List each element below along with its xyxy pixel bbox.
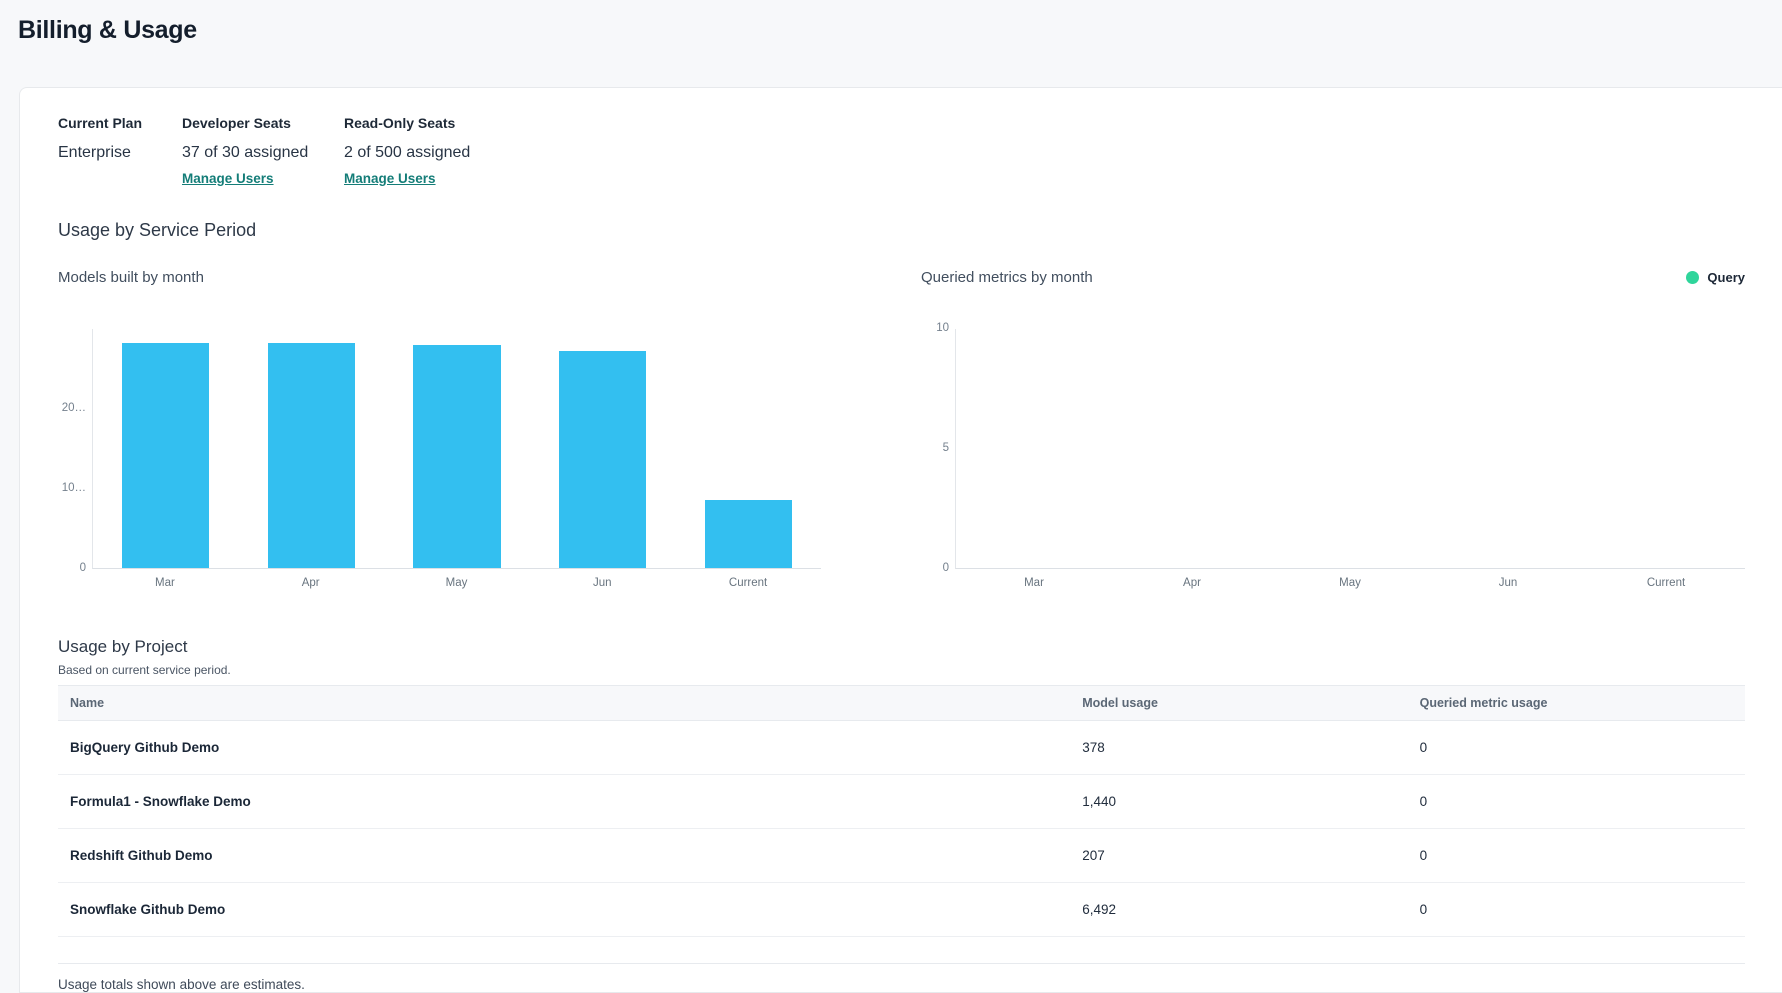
model-usage-cell: 378 bbox=[1070, 721, 1407, 775]
x-axis-label-mar: Mar bbox=[955, 577, 1113, 589]
plan-summary: Current Plan Enterprise Developer Seats … bbox=[58, 115, 1745, 188]
legend-dot-icon bbox=[1686, 271, 1699, 284]
models-built-bars bbox=[93, 329, 821, 568]
project-name-cell: BigQuery Github Demo bbox=[58, 721, 1070, 775]
x-axis-label-apr: Apr bbox=[238, 577, 384, 589]
models-built-chart: Models built by month 20… 10… 0 MarAprMa… bbox=[58, 267, 821, 589]
y-axis-tick: 5 bbox=[943, 442, 949, 454]
bar-may[interactable] bbox=[413, 345, 500, 568]
x-axis-label-current: Current bbox=[675, 577, 821, 589]
read-only-seats-block: Read-Only Seats 2 of 500 assigned Manage… bbox=[344, 115, 470, 188]
y-axis-tick: 0 bbox=[80, 562, 86, 574]
legend-query[interactable]: Query bbox=[1686, 270, 1745, 285]
charts-row: Models built by month 20… 10… 0 MarAprMa… bbox=[58, 267, 1745, 589]
column-header-model-usage: Model usage bbox=[1070, 686, 1407, 721]
table-row: Formula1 - Snowflake Demo1,4400 bbox=[58, 775, 1745, 829]
y-axis-tick: 10… bbox=[62, 482, 86, 494]
project-name-cell: Snowflake Github Demo bbox=[58, 883, 1070, 937]
table-header: Name Model usage Queried metric usage bbox=[58, 686, 1745, 721]
manage-users-link-read-only[interactable]: Manage Users bbox=[344, 171, 436, 186]
y-axis-tick: 0 bbox=[943, 562, 949, 574]
queried-metric-usage-cell: 0 bbox=[1408, 829, 1745, 883]
x-axis-label-jun: Jun bbox=[529, 577, 675, 589]
models-built-chart-header: Models built by month bbox=[58, 267, 821, 287]
project-name-cell: Formula1 - Snowflake Demo bbox=[58, 775, 1070, 829]
bar-current[interactable] bbox=[705, 500, 792, 569]
bar-slot-jun bbox=[1429, 329, 1587, 568]
x-axis-label-may: May bbox=[1271, 577, 1429, 589]
bar-slot-apr bbox=[239, 329, 385, 568]
read-only-seats-value: 2 of 500 assigned bbox=[344, 144, 470, 162]
developer-seats-label: Developer Seats bbox=[182, 115, 344, 131]
models-built-x-axis: MarAprMayJunCurrent bbox=[92, 569, 821, 589]
bar-slot-jun bbox=[530, 329, 676, 568]
project-section-title: Usage by Project bbox=[58, 637, 1745, 657]
x-axis-label-jun: Jun bbox=[1429, 577, 1587, 589]
queried-metric-usage-cell: 0 bbox=[1408, 883, 1745, 937]
queried-metrics-x-axis: MarAprMayJunCurrent bbox=[955, 569, 1745, 589]
bar-mar[interactable] bbox=[122, 343, 209, 568]
bar-slot-may bbox=[1272, 329, 1430, 568]
queried-metrics-chart-title: Queried metrics by month bbox=[921, 269, 1093, 286]
developer-seats-value: 37 of 30 assigned bbox=[182, 144, 344, 162]
queried-metrics-chart-header: Queried metrics by month Query bbox=[921, 267, 1745, 287]
table-row: Snowflake Github Demo6,4920 bbox=[58, 883, 1745, 937]
current-plan-value: Enterprise bbox=[58, 144, 182, 162]
column-header-queried-metric-usage: Queried metric usage bbox=[1408, 686, 1745, 721]
developer-seats-block: Developer Seats 37 of 30 assigned Manage… bbox=[182, 115, 344, 188]
model-usage-cell: 6,492 bbox=[1070, 883, 1407, 937]
billing-usage-page: Billing & Usage Current Plan Enterprise … bbox=[0, 0, 1782, 993]
queried-metric-usage-cell: 0 bbox=[1408, 775, 1745, 829]
models-built-plot: 20… 10… 0 bbox=[92, 329, 821, 569]
project-section-subtitle: Based on current service period. bbox=[58, 663, 1745, 677]
y-axis-tick: 20… bbox=[62, 402, 86, 414]
table-row: BigQuery Github Demo3780 bbox=[58, 721, 1745, 775]
x-axis-label-apr: Apr bbox=[1113, 577, 1271, 589]
column-header-name: Name bbox=[58, 686, 1070, 721]
bar-slot-current bbox=[1587, 329, 1745, 568]
billing-card: Current Plan Enterprise Developer Seats … bbox=[19, 87, 1782, 993]
queried-metrics-chart: Queried metrics by month Query 10 5 0 Ma… bbox=[921, 267, 1745, 589]
model-usage-cell: 1,440 bbox=[1070, 775, 1407, 829]
queried-metric-usage-cell: 0 bbox=[1408, 721, 1745, 775]
bar-slot-may bbox=[384, 329, 530, 568]
y-axis-tick: 10 bbox=[936, 322, 949, 334]
read-only-seats-label: Read-Only Seats bbox=[344, 115, 470, 131]
current-plan-block: Current Plan Enterprise bbox=[58, 115, 182, 188]
bar-slot-mar bbox=[93, 329, 239, 568]
bar-jun[interactable] bbox=[559, 351, 646, 568]
page-title: Billing & Usage bbox=[18, 16, 1782, 45]
usage-estimates-footnote: Usage totals shown above are estimates. bbox=[58, 977, 1745, 992]
legend-label: Query bbox=[1707, 270, 1745, 285]
x-axis-label-mar: Mar bbox=[92, 577, 238, 589]
model-usage-cell: 207 bbox=[1070, 829, 1407, 883]
page-header: Billing & Usage bbox=[0, 0, 1782, 87]
table-row: Redshift Github Demo2070 bbox=[58, 829, 1745, 883]
bar-slot-mar bbox=[956, 329, 1114, 568]
bar-slot-apr bbox=[1114, 329, 1272, 568]
queried-metrics-plot: 10 5 0 bbox=[955, 329, 1745, 569]
service-period-section-title: Usage by Service Period bbox=[58, 220, 1745, 241]
x-axis-label-may: May bbox=[384, 577, 530, 589]
table-end-divider bbox=[58, 937, 1745, 964]
usage-by-project-table: Name Model usage Queried metric usage Bi… bbox=[58, 685, 1745, 937]
manage-users-link-developer[interactable]: Manage Users bbox=[182, 171, 274, 186]
current-plan-label: Current Plan bbox=[58, 115, 182, 131]
x-axis-label-current: Current bbox=[1587, 577, 1745, 589]
bar-apr[interactable] bbox=[268, 343, 355, 568]
bar-slot-current bbox=[675, 329, 821, 568]
project-name-cell: Redshift Github Demo bbox=[58, 829, 1070, 883]
queried-metrics-bars bbox=[956, 329, 1745, 568]
models-built-chart-title: Models built by month bbox=[58, 269, 204, 286]
